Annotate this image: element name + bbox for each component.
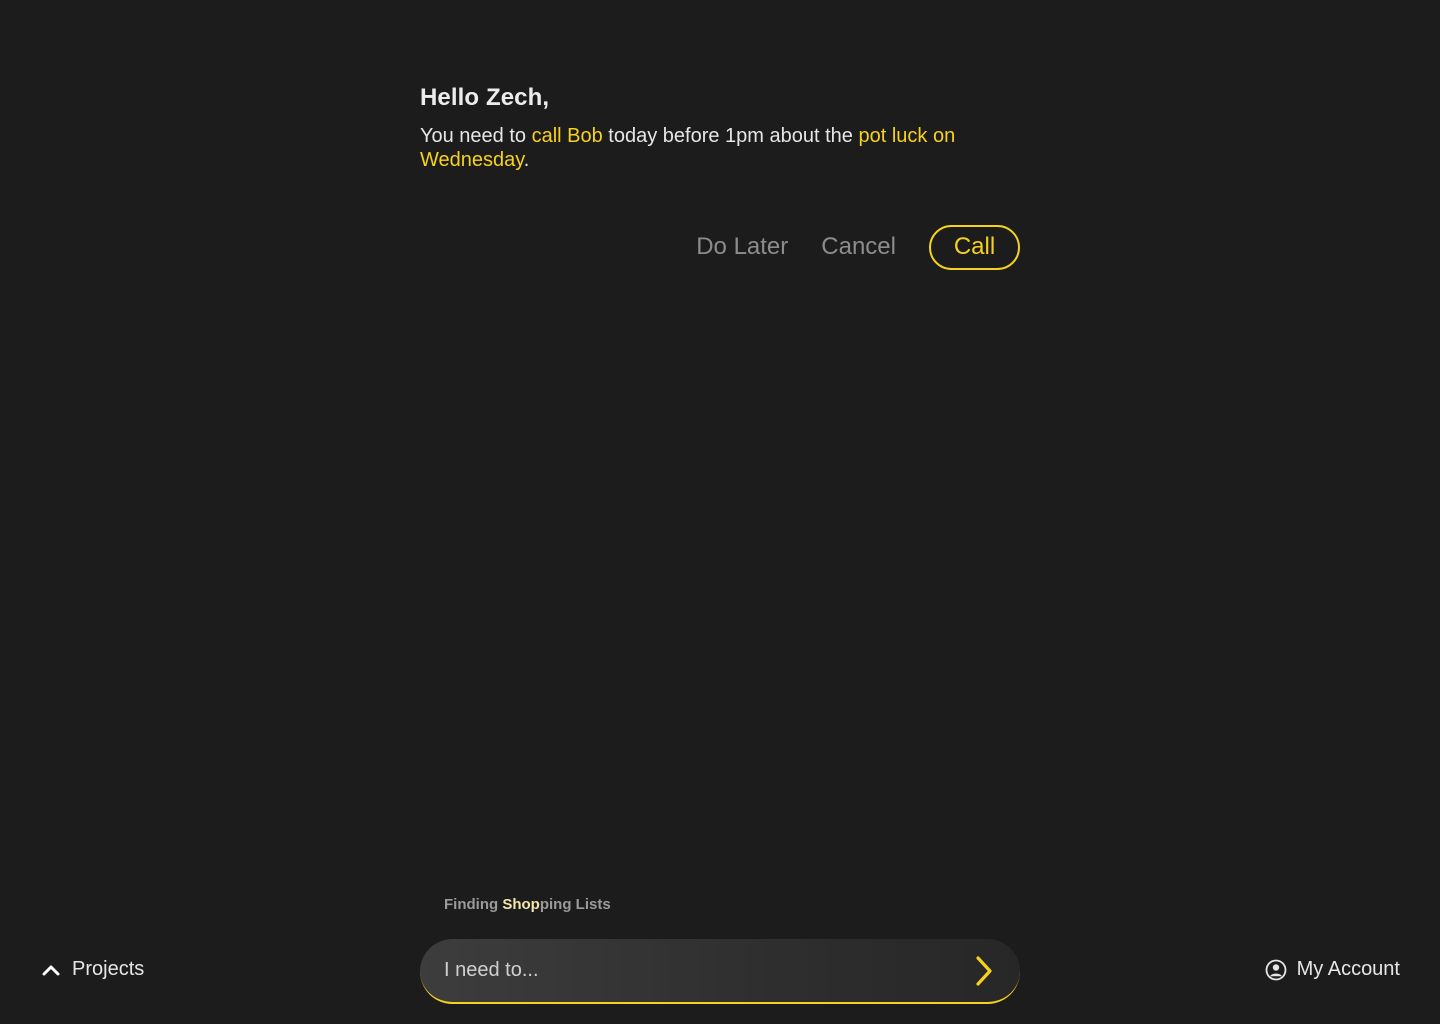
chevron-up-icon — [42, 965, 60, 975]
assistant-message: Hello Zech, You need to call Bob today b… — [420, 82, 1020, 172]
reminder-text-part: You need to — [420, 125, 532, 147]
composer-bar — [420, 939, 1020, 1004]
cancel-button[interactable]: Cancel — [821, 232, 896, 262]
status-text: Finding Shopping Lists — [444, 896, 611, 913]
do-later-button[interactable]: Do Later — [696, 232, 788, 262]
task-input[interactable] — [444, 959, 970, 982]
reminder-text-part: today before 1pm about the — [602, 125, 859, 147]
reminder-text: You need to call Bob today before 1pm ab… — [420, 124, 1020, 172]
reminder-text-part: . — [523, 149, 530, 171]
send-button[interactable] — [970, 953, 998, 989]
status-text-shimmer: Shop — [502, 896, 540, 913]
reminder-highlight-task: call Bob — [531, 125, 603, 147]
my-account-button[interactable]: My Account — [1265, 958, 1400, 981]
projects-button[interactable]: Projects — [42, 958, 144, 981]
status-text-part: Finding — [444, 896, 503, 913]
projects-label: Projects — [72, 958, 145, 980]
user-circle-icon — [1265, 959, 1287, 980]
my-account-label: My Account — [1296, 958, 1400, 980]
status-text-part: ping Lists — [539, 896, 611, 913]
chevron-right-icon — [976, 955, 992, 986]
greeting: Hello Zech, — [420, 84, 550, 111]
app-screen: Hello Zech, You need to call Bob today b… — [0, 0, 1440, 1024]
call-button[interactable]: Call — [929, 224, 1020, 270]
reminder-actions: Do Later Cancel Call — [420, 224, 1020, 270]
